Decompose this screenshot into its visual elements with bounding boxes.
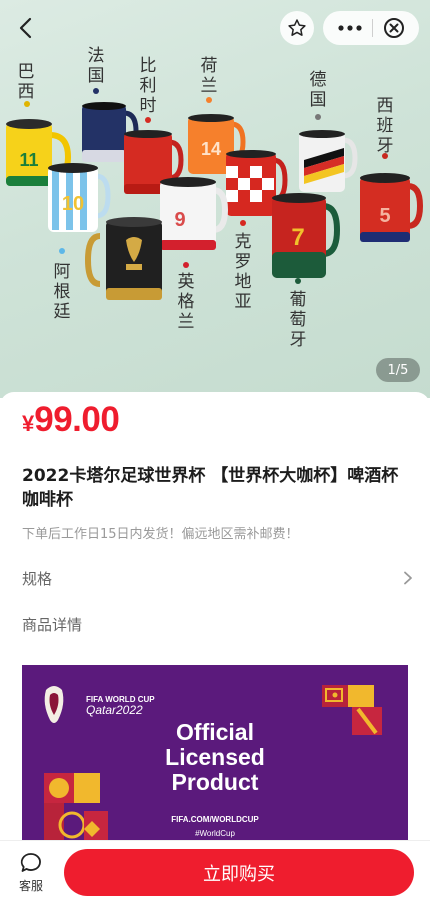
banner-headline: Official Licensed Product <box>22 720 408 795</box>
headline-line-1: Official <box>176 719 254 745</box>
detail-banner-image: FIFA WORLD CUP Qatar2022 Official Licens… <box>22 665 408 845</box>
ellipsis-icon[interactable] <box>337 24 362 32</box>
image-counter: 1/5 <box>376 358 420 382</box>
label-spain: 西班牙 <box>376 96 394 156</box>
close-circle-icon[interactable] <box>383 17 405 39</box>
headline-line-3: Product <box>171 769 259 795</box>
mug-spain: 5 <box>360 173 424 242</box>
label-france: 法国 <box>87 46 105 86</box>
product-title: 2022卡塔尔足球世界杯 【世界杯大咖杯】啤酒杯咖啡杯 <box>22 466 399 510</box>
spec-label: 规格 <box>22 569 53 588</box>
chevron-right-icon <box>404 571 412 585</box>
customer-service-button[interactable]: 客服 <box>8 851 54 897</box>
back-button[interactable] <box>8 10 44 46</box>
banner-url: FIFA.COM/WORLDCUP <box>171 815 259 824</box>
brand-line-2: Qatar2022 <box>86 703 143 717</box>
svg-text:14: 14 <box>201 139 221 159</box>
svg-text:10: 10 <box>62 193 84 215</box>
mini-program-capsule <box>323 11 419 45</box>
capsule-divider <box>371 19 373 37</box>
svg-text:9: 9 <box>174 209 185 231</box>
label-croatia: 克罗地亚 <box>234 232 252 312</box>
spec-selector[interactable]: 规格 <box>22 566 414 590</box>
star-outline-icon <box>288 19 306 36</box>
svg-text:11: 11 <box>19 150 38 170</box>
mug-argentina: 10 <box>48 163 111 232</box>
shipping-note: 下单后工作日15日内发货！偏远地区需补邮费！ <box>22 527 299 542</box>
brand-wordmark: FIFA WORLD CUP Qatar2022 <box>86 695 155 717</box>
banner-hashtag: #WorldCup <box>195 829 235 838</box>
product-image-carousel[interactable]: 11 14 5 10 9 7 巴西 法国 比利时 荷兰 德国 西班牙 阿根廷 英… <box>0 0 430 398</box>
bottom-action-bar: 客服 立即购买 <box>0 840 430 903</box>
mug-trophy <box>84 217 162 300</box>
world-cup-emblem <box>44 686 64 723</box>
favorite-button[interactable] <box>280 11 314 45</box>
currency-symbol: ¥ <box>22 411 35 436</box>
mug-england: 9 <box>160 177 229 250</box>
price: ¥99.00 <box>22 400 120 440</box>
mug-portugal: 7 <box>272 193 341 278</box>
svg-text:7: 7 <box>291 224 304 251</box>
label-portugal: 葡萄牙 <box>289 290 307 350</box>
label-germany: 德国 <box>309 70 327 110</box>
chevron-left-icon <box>19 17 32 39</box>
label-belgium: 比利时 <box>139 56 157 116</box>
headline-line-2: Licensed <box>165 744 265 770</box>
mug-germany <box>299 130 358 192</box>
chat-bubble-icon <box>20 853 41 872</box>
detail-section-title: 商品详情 <box>22 616 83 634</box>
price-value: 99.00 <box>34 400 120 439</box>
label-argentina: 阿根廷 <box>53 262 71 322</box>
label-netherlands: 荷兰 <box>200 56 218 96</box>
svg-text:5: 5 <box>379 205 390 227</box>
buy-now-button[interactable]: 立即购买 <box>64 849 414 896</box>
label-england: 英格兰 <box>177 272 195 332</box>
customer-service-label: 客服 <box>18 879 43 893</box>
label-brazil: 巴西 <box>17 62 35 102</box>
